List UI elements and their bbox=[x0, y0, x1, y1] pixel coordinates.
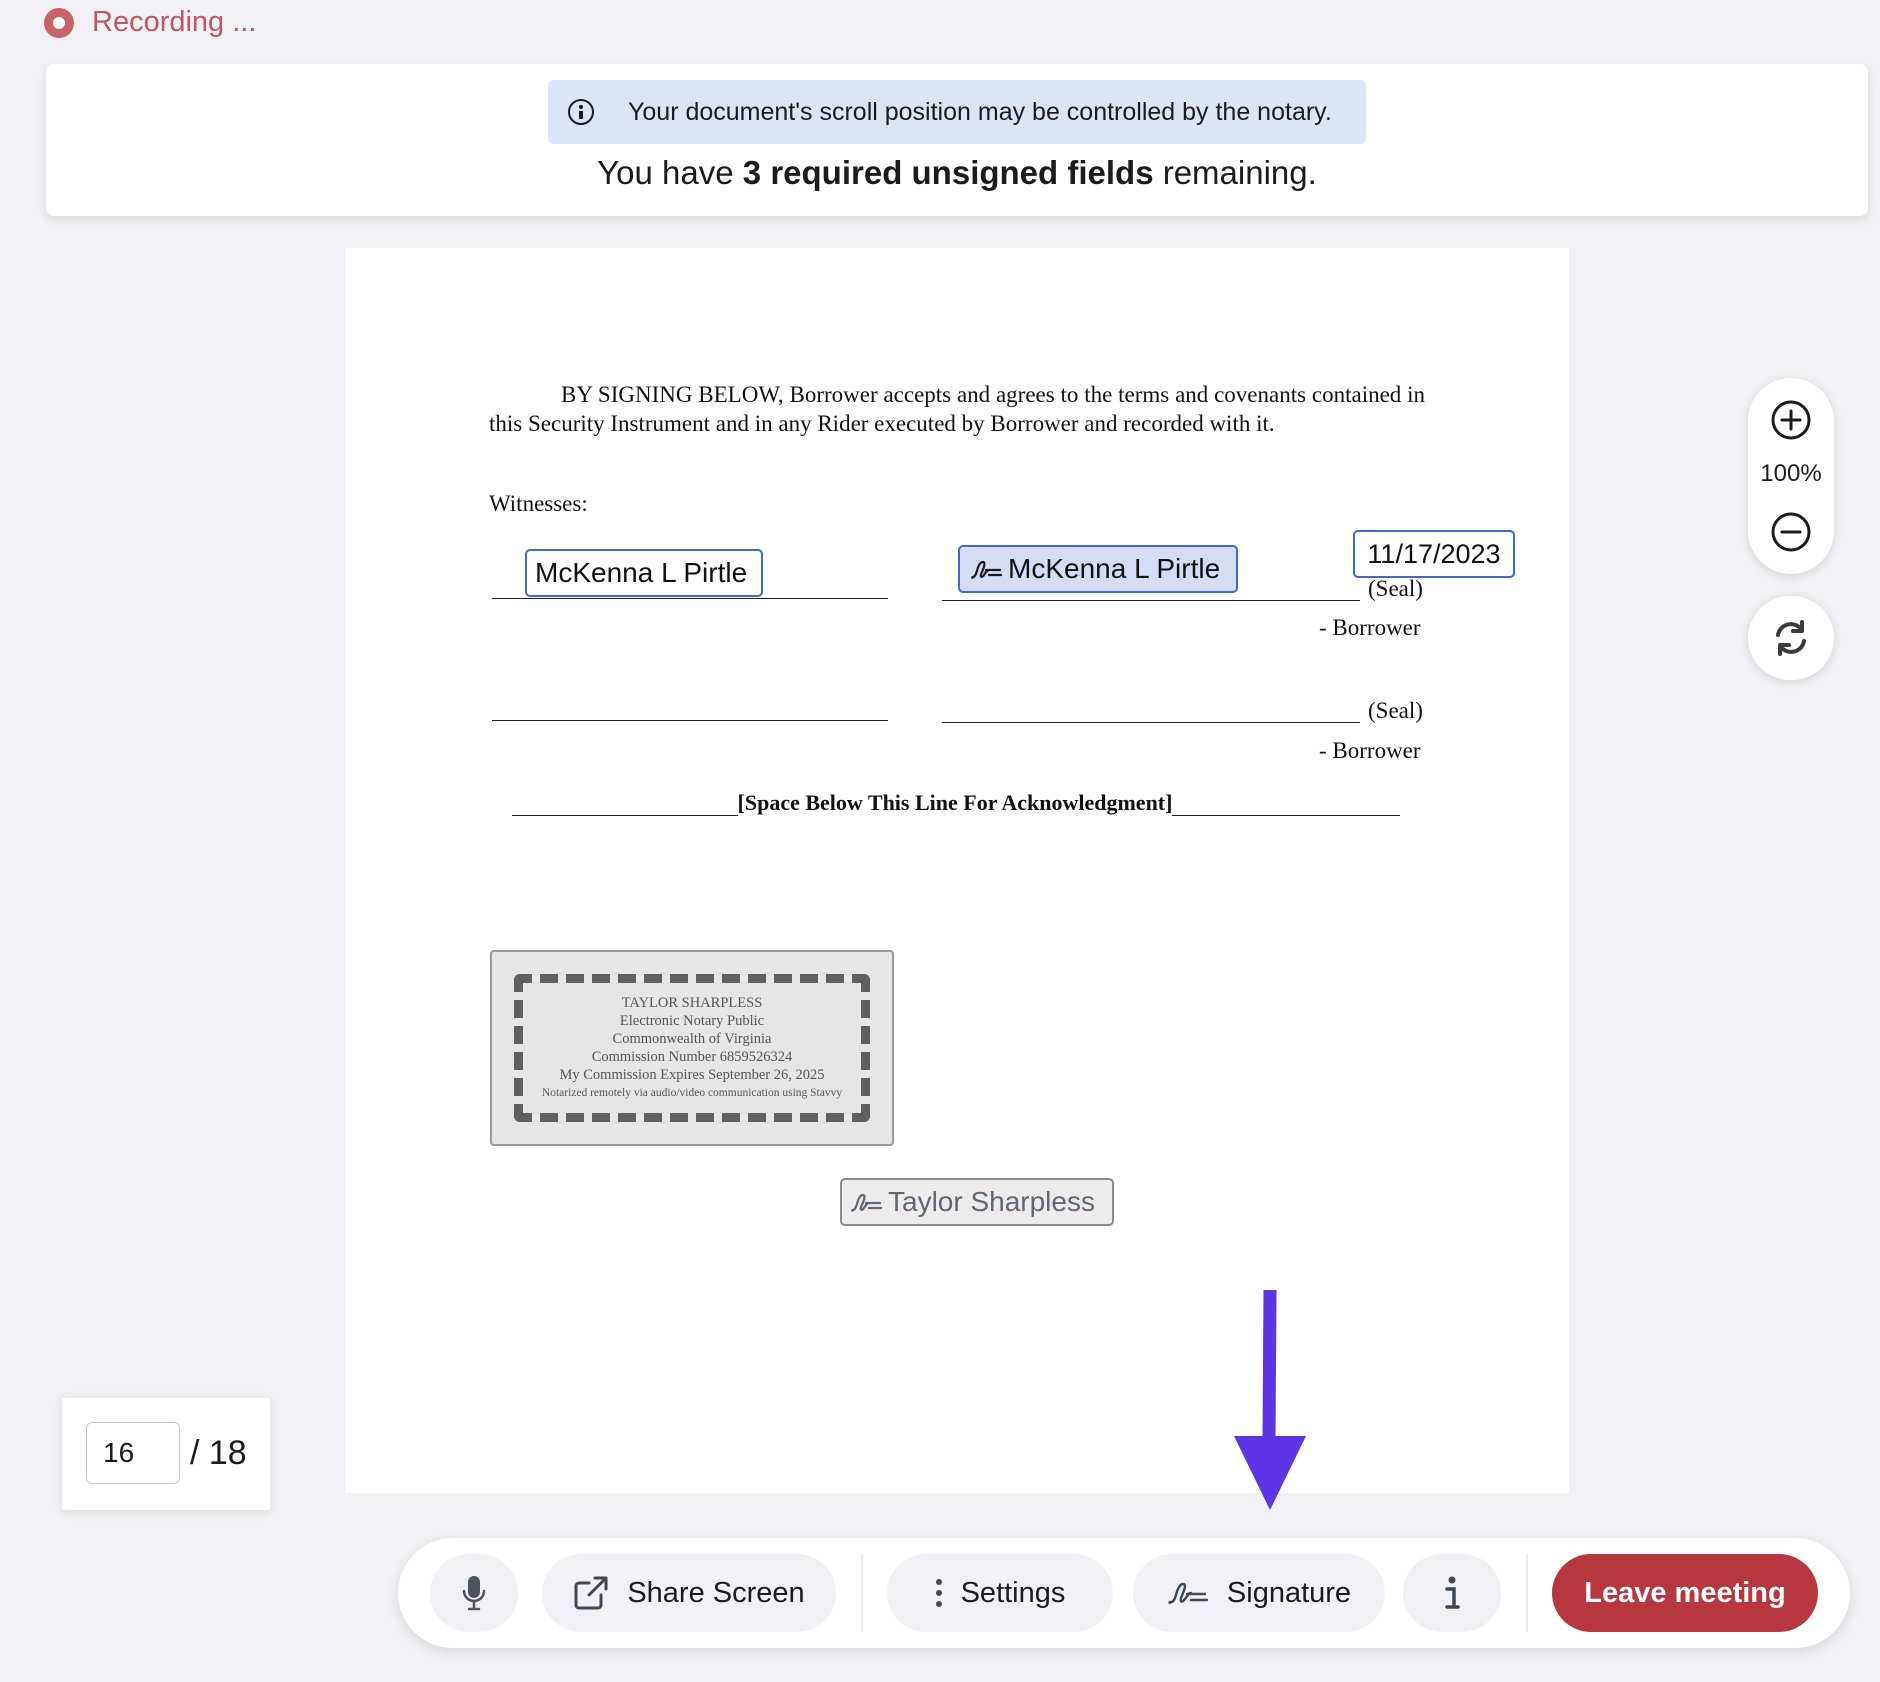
notary-stamp: TAYLOR SHARPLESS Electronic Notary Publi… bbox=[490, 950, 894, 1146]
arrow-down-icon bbox=[1234, 1289, 1306, 1510]
rotate-button[interactable] bbox=[1748, 596, 1834, 680]
remaining-prefix: You have bbox=[597, 154, 743, 191]
borrower-line-1 bbox=[942, 600, 1360, 601]
signature-icon bbox=[850, 1188, 884, 1216]
zoom-in-button[interactable] bbox=[1770, 399, 1812, 441]
ack-line-left bbox=[511, 793, 738, 816]
date-text: 11/17/2023 bbox=[1367, 538, 1501, 569]
scroll-notice: Your document's scroll position may be c… bbox=[548, 80, 1366, 144]
notary-signature-field[interactable]: Taylor Sharpless bbox=[840, 1178, 1114, 1226]
share-screen-label: Share Screen bbox=[627, 1576, 805, 1609]
ack-text: [Space Below This Line For Acknowledgmen… bbox=[737, 790, 1173, 815]
settings-button[interactable]: Settings bbox=[887, 1554, 1113, 1632]
microphone-button[interactable] bbox=[430, 1554, 518, 1632]
seal-label-1: (Seal) bbox=[1368, 576, 1423, 601]
minus-circle-icon bbox=[1771, 512, 1811, 552]
signature-icon bbox=[1168, 1582, 1209, 1605]
toolbar-divider bbox=[861, 1554, 863, 1632]
witness-signature-field[interactable]: McKenna L Pirtle bbox=[525, 549, 763, 597]
meeting-toolbar: Share Screen Settings Signature Leave me… bbox=[398, 1538, 1850, 1648]
microphone-icon bbox=[462, 1576, 486, 1611]
borrower-signature-text: McKenna L Pirtle bbox=[1008, 553, 1221, 584]
notary-stamp-border: TAYLOR SHARPLESS Electronic Notary Publi… bbox=[514, 974, 870, 1122]
plus-circle-icon bbox=[1771, 400, 1811, 440]
remaining-suffix: remaining. bbox=[1153, 154, 1317, 191]
zoom-controls: 100% bbox=[1748, 378, 1834, 574]
zoom-out-button[interactable] bbox=[1770, 511, 1812, 553]
signature-button[interactable]: Signature bbox=[1133, 1554, 1385, 1632]
ack-line-right bbox=[1172, 793, 1401, 816]
witness-line-2 bbox=[492, 720, 888, 721]
borrower-signature-field[interactable]: McKenna L Pirtle bbox=[958, 545, 1238, 593]
borrower-label-1: - Borrower bbox=[1319, 615, 1421, 640]
info-button[interactable] bbox=[1403, 1554, 1501, 1632]
info-i-icon bbox=[1445, 1576, 1460, 1609]
more-vertical-icon bbox=[935, 1579, 942, 1607]
page-indicator: / 18 bbox=[62, 1398, 270, 1510]
page-total: / 18 bbox=[190, 1434, 247, 1472]
share-screen-button[interactable]: Share Screen bbox=[542, 1554, 836, 1632]
stamp-line-6: Notarized remotely via audio/video commu… bbox=[541, 1087, 843, 1099]
witness-line-1 bbox=[492, 598, 888, 599]
document-page: BY SIGNING BELOW, Borrower accepts and a… bbox=[345, 248, 1569, 1493]
signing-paragraph: BY SIGNING BELOW, Borrower accepts and a… bbox=[489, 382, 1425, 436]
leave-meeting-button[interactable]: Leave meeting bbox=[1552, 1554, 1818, 1632]
date-field[interactable]: 11/17/2023 bbox=[1353, 530, 1515, 578]
acknowledgment-divider: [Space Below This Line For Acknowledgmen… bbox=[489, 790, 1423, 816]
stamp-line-4: Commission Number 6859526324 bbox=[591, 1049, 793, 1065]
borrower-label-2: - Borrower bbox=[1319, 738, 1421, 763]
remaining-count: 3 required unsigned fields bbox=[742, 154, 1154, 191]
recording-label: Recording ... bbox=[92, 6, 257, 38]
remaining-fields-message: You have 3 required unsigned fields rema… bbox=[46, 154, 1868, 192]
stamp-line-3: Commonwealth of Virginia bbox=[612, 1031, 772, 1047]
scroll-notice-text: Your document's scroll position may be c… bbox=[628, 97, 1332, 126]
stamp-line-2: Electronic Notary Public bbox=[619, 1013, 765, 1029]
status-banner: Your document's scroll position may be c… bbox=[46, 64, 1868, 216]
record-icon bbox=[44, 7, 74, 38]
recording-indicator: Recording ... bbox=[44, 6, 256, 39]
external-link-icon bbox=[574, 1576, 608, 1610]
signature-label: Signature bbox=[1226, 1576, 1352, 1609]
seal-label-2: (Seal) bbox=[1368, 698, 1423, 723]
page-number-input[interactable] bbox=[86, 1422, 180, 1484]
notary-signature-text: Taylor Sharpless bbox=[888, 1186, 1095, 1217]
stamp-line-1: TAYLOR SHARPLESS bbox=[621, 995, 763, 1011]
signature-icon bbox=[970, 555, 1004, 583]
settings-label: Settings bbox=[960, 1576, 1066, 1609]
refresh-icon bbox=[1776, 620, 1806, 656]
zoom-level: 100% bbox=[1760, 460, 1822, 487]
witnesses-label: Witnesses: bbox=[489, 491, 588, 516]
info-icon bbox=[568, 99, 594, 125]
witness-signature-text: McKenna L Pirtle bbox=[535, 557, 748, 588]
toolbar-divider bbox=[1526, 1554, 1528, 1632]
borrower-line-2 bbox=[942, 722, 1360, 723]
stamp-line-5: My Commission Expires September 26, 2025 bbox=[559, 1067, 825, 1083]
